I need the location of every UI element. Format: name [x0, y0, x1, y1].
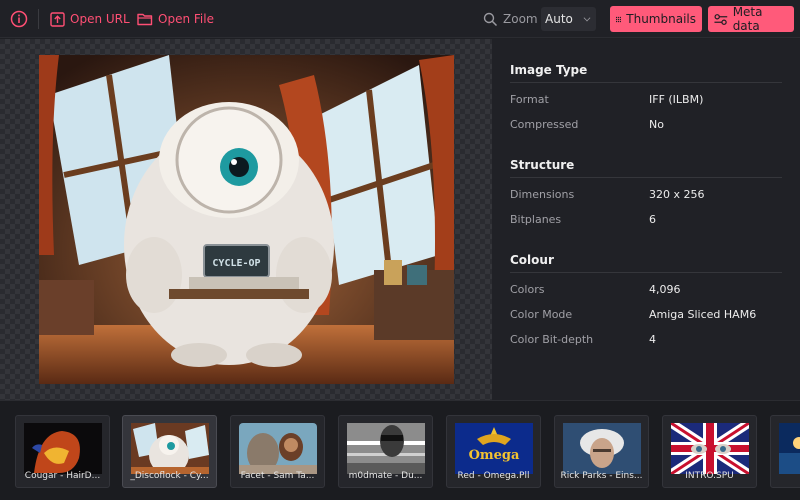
thumbnail-item[interactable]: INTRO.SPU — [662, 415, 757, 488]
thumbnails-button[interactable]: Thumbnails — [610, 6, 702, 32]
metadata-panel: Image Type Format IFF (ILBM) Compressed … — [492, 39, 800, 400]
metadata-label: Meta data — [732, 5, 763, 33]
row-key-format: Format — [510, 93, 549, 106]
open-url-icon — [50, 11, 65, 27]
thumbnail-item-active[interactable]: _Discoflock - Cy... — [122, 415, 217, 488]
row-key-dimensions: Dimensions — [510, 188, 575, 201]
row-key-color-mode: Color Mode — [510, 308, 573, 321]
thumbnail-image: Omega — [455, 423, 533, 474]
row-value-format: IFF (ILBM) — [649, 93, 704, 106]
row-value-bitplanes: 6 — [649, 213, 656, 226]
thumbnail-image — [131, 423, 209, 474]
thumbnail-caption: Facet - Sam Ta... — [240, 471, 315, 481]
thumbnail-image — [779, 423, 800, 474]
thumbnail-caption: m0dmate - Du... — [348, 471, 423, 481]
main-image[interactable]: CYCLE-OP — [39, 55, 454, 384]
thumbnail-caption: Rick Parks - Eins... — [560, 471, 643, 481]
badge-text: CYCLE-OP — [212, 258, 260, 269]
thumbnail-image — [671, 423, 749, 474]
thumbnail-image — [239, 423, 317, 474]
section-title-colour: Colour — [510, 253, 554, 267]
toolbar-divider — [38, 9, 39, 29]
thumbnail-caption: _Discoflock - Cy... — [130, 471, 209, 481]
zoom-value: Auto — [545, 12, 573, 26]
section-title-structure: Structure — [510, 158, 575, 172]
open-file-label: Open File — [158, 12, 214, 26]
row-key-bitplanes: Bitplanes — [510, 213, 562, 226]
row-key-compressed: Compressed — [510, 118, 579, 131]
open-file-button[interactable]: Open File — [137, 0, 214, 38]
row-value-color-mode: Amiga Sliced HAM6 — [649, 308, 757, 321]
thumbnail-item[interactable]: Facet - Sam Ta... — [230, 415, 325, 488]
info-icon — [10, 10, 28, 28]
section-divider — [510, 177, 782, 178]
row-value-color-bit-depth: 4 — [649, 333, 656, 346]
metadata-button[interactable]: Meta data — [708, 5, 794, 33]
image-viewer: CYCLE-OP — [0, 39, 492, 400]
cyclops-illustration: CYCLE-OP — [39, 55, 454, 384]
thumbnail-item[interactable]: Rick Parks - Eins... — [554, 415, 649, 488]
row-key-color-bit-depth: Color Bit-depth — [510, 333, 594, 346]
chevron-down-icon — [583, 14, 591, 22]
search-icon — [483, 12, 498, 26]
zoom-select[interactable]: Auto — [541, 7, 596, 31]
thumbnails-label: Thumbnails — [626, 12, 696, 26]
thumbnail-item[interactable]: m0dmate - Du... — [338, 415, 433, 488]
zoom-control: Zoom — [483, 0, 538, 38]
sliders-icon — [714, 13, 728, 25]
open-url-button[interactable]: Open URL — [50, 0, 130, 38]
toolbar: Open URL Open File Zoom Auto Thumbnails — [0, 0, 800, 38]
thumbnail-caption: INTRO.SPU — [685, 471, 734, 481]
row-value-dimensions: 320 x 256 — [649, 188, 705, 201]
thumbnail-item[interactable] — [770, 415, 800, 488]
folder-icon — [137, 13, 153, 26]
section-title-image-type: Image Type — [510, 63, 588, 77]
thumbnail-image — [563, 423, 641, 474]
thumbnail-item[interactable]: Cougar - HairD... — [15, 415, 110, 488]
row-value-colors: 4,096 — [649, 283, 681, 296]
thumbnail-image — [347, 423, 425, 474]
row-key-colors: Colors — [510, 283, 545, 296]
section-divider — [510, 82, 782, 83]
thumbnail-strip: Cougar - HairD... _Discoflock - Cy... Fa… — [0, 400, 800, 500]
thumbnail-item[interactable]: Omega Red - Omega.Pll — [446, 415, 541, 488]
section-divider — [510, 272, 782, 273]
thumbnail-omega-text: Omega — [469, 448, 520, 463]
thumbnail-caption: Red - Omega.Pll — [457, 471, 530, 481]
open-url-label: Open URL — [70, 12, 130, 26]
thumbnail-caption: Cougar - HairD... — [24, 471, 101, 481]
info-button[interactable] — [10, 0, 28, 38]
thumbnail-image — [24, 423, 102, 474]
grid-icon — [616, 16, 622, 22]
zoom-label: Zoom — [503, 12, 538, 26]
row-value-compressed: No — [649, 118, 664, 131]
